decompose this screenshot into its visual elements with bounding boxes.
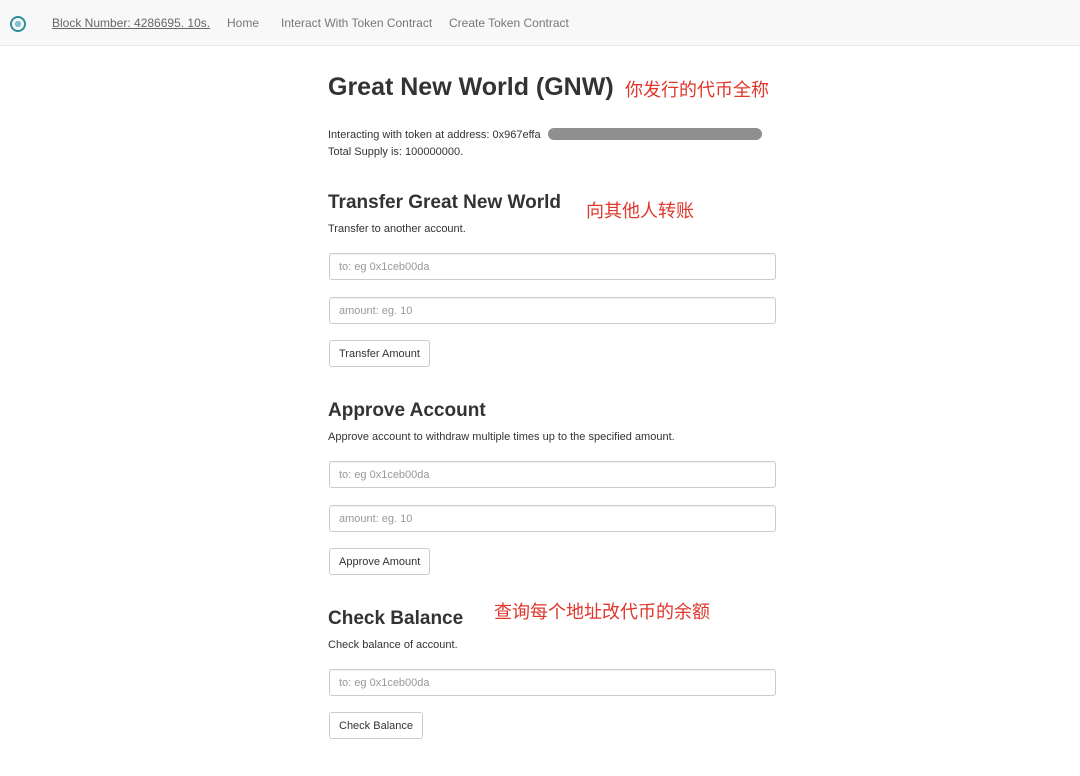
approve-heading: Approve Account: [328, 400, 486, 421]
transfer-annotation: 向其他人转账: [586, 201, 694, 221]
balance-annotation: 查询每个地址改代币的余额: [494, 602, 710, 622]
transfer-to-input[interactable]: [329, 253, 776, 280]
total-supply-text: Total Supply is: 100000000.: [328, 146, 464, 158]
balance-description: Check balance of account.: [328, 639, 458, 651]
approve-to-input[interactable]: [329, 461, 776, 488]
address-redaction: [548, 128, 762, 140]
nav-home-link[interactable]: Home: [227, 16, 259, 30]
transfer-heading: Transfer Great New World: [328, 192, 561, 213]
balance-to-input[interactable]: [329, 669, 776, 696]
approve-amount-input[interactable]: [329, 505, 776, 532]
navbar: Block Number: 4286695. 10s. Home Interac…: [0, 0, 1080, 46]
transfer-amount-button[interactable]: Transfer Amount: [329, 340, 430, 367]
token-address-text: Interacting with token at address: 0x967…: [328, 129, 541, 141]
transfer-description: Transfer to another account.: [328, 223, 466, 235]
transfer-amount-input[interactable]: [329, 297, 776, 324]
nav-create-link[interactable]: Create Token Contract: [449, 16, 569, 30]
page-title: Great New World (GNW): [328, 73, 614, 101]
check-balance-button[interactable]: Check Balance: [329, 712, 423, 739]
title-annotation: 你发行的代币全称: [625, 80, 769, 100]
approve-description: Approve account to withdraw multiple tim…: [328, 431, 675, 443]
nav-interact-link[interactable]: Interact With Token Contract: [281, 16, 432, 30]
nav-block-number[interactable]: Block Number: 4286695. 10s.: [52, 16, 210, 30]
approve-amount-button[interactable]: Approve Amount: [329, 548, 431, 575]
logo-icon[interactable]: [10, 16, 26, 32]
balance-heading: Check Balance: [328, 608, 464, 629]
